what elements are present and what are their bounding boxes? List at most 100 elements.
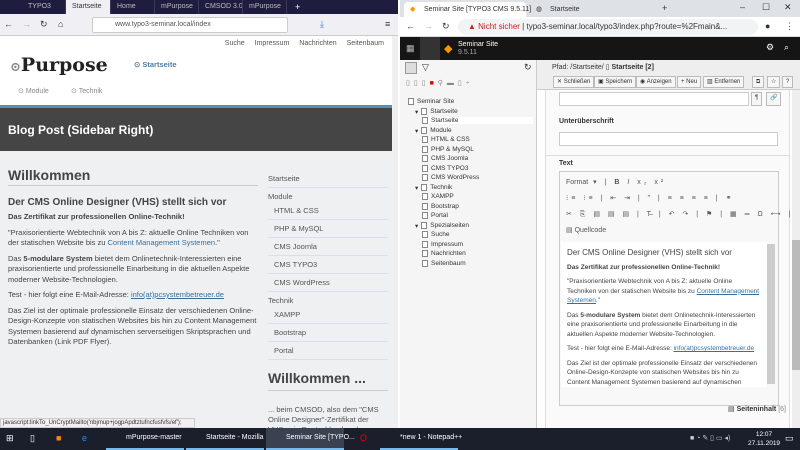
source-button[interactable]: ▤ Quellcode	[566, 226, 606, 234]
xampp-icon[interactable]: ■	[56, 433, 61, 443]
minimize-icon[interactable]: –	[740, 2, 745, 12]
profile-icon[interactable]: ●	[765, 21, 770, 31]
tree-item[interactable]: PHP & MySQL	[422, 145, 474, 153]
new-page-icon[interactable]	[405, 62, 417, 74]
task-chrome[interactable]: Seminar Site [TYPO...	[266, 428, 355, 450]
tree-item[interactable]: ▾ Spezialseiten	[415, 222, 469, 230]
view-button[interactable]: ◉ Anzeigen	[636, 76, 676, 88]
url-bar[interactable]: www.typo3-seminar.local/index	[92, 17, 288, 33]
tab-typo3[interactable]: TYPO3	[22, 0, 66, 14]
download-icon[interactable]: ⤓	[320, 19, 324, 30]
forward-icon[interactable]: →	[22, 19, 31, 29]
tray-icons[interactable]: ■ ◔ ✎ ▯ ▭ ◂)	[690, 434, 730, 442]
form-scrollbar[interactable]	[792, 90, 800, 428]
notifications-icon[interactable]: ▭	[785, 433, 794, 444]
rte-toolbar-row2[interactable]: ⁝≡ ⁝≡ | ⇤ ⇥ | ” | ≡ ≡ ≡ ≡ | ⚭	[566, 194, 734, 202]
tree-item[interactable]: Seminar Site	[408, 98, 454, 105]
sidebar-module[interactable]: Module	[268, 188, 388, 202]
tab-seminar-site[interactable]: ◆ Seminar Site [TYPO3 CMS 9.5.11]	[404, 2, 531, 17]
tree-item[interactable]: Nachrichten	[422, 250, 466, 257]
search-icon[interactable]: ⌕	[784, 42, 789, 53]
module-menu-icon[interactable]: ▦	[406, 43, 415, 54]
tree-item[interactable]: Portal	[422, 212, 448, 219]
tree-item[interactable]: Impressum	[422, 240, 463, 248]
menu-technik[interactable]: ⊙ Technik	[71, 87, 102, 95]
rte-content[interactable]: Der CMS Online Designer (VHS) stellt sic…	[561, 242, 767, 387]
tab-startseite[interactable]: Startseite	[66, 0, 111, 14]
tree-item[interactable]: Seitenbaum	[422, 259, 466, 267]
sidebar-html-css[interactable]: HTML & CSS	[268, 202, 388, 220]
sidebar-portal[interactable]: Portal	[268, 342, 388, 360]
rte-toolbar-row3[interactable]: ✂ ⎘ ▤ ▤ ▤ | T̶ | ↶ ↷ | ⚑ | ▦ ═ Ω ⟷ | ⤢	[566, 210, 800, 219]
nav-seitenbaum[interactable]: Seitenbaum	[347, 40, 384, 47]
opera-icon[interactable]: O	[360, 433, 367, 443]
new-button[interactable]: + Neu	[677, 76, 702, 88]
maximize-icon[interactable]: ☐	[762, 2, 770, 13]
edge-icon[interactable]: e	[82, 433, 87, 443]
tab-cmsod[interactable]: CMSOD 3.0	[199, 0, 243, 14]
save-button[interactable]: ▣ Speichern	[594, 76, 637, 88]
task-mpurpose-master[interactable]: mPurpose-master	[106, 428, 184, 450]
refresh-tree-icon[interactable]: ↻	[524, 62, 532, 73]
task-notepadpp[interactable]: *new 1 - Notepad++	[380, 428, 462, 450]
forward-icon[interactable]: →	[424, 21, 433, 31]
link-icon[interactable]: 🔗	[766, 92, 782, 106]
new-tab-icon[interactable]: +	[295, 0, 300, 14]
windows-start-icon[interactable]: ⊞	[6, 433, 14, 444]
tree-item[interactable]: CMS WordPress	[422, 174, 479, 181]
tab-mpurpose[interactable]: mPurpose	[155, 0, 199, 14]
back-icon[interactable]: ←	[4, 19, 13, 29]
nav-suche[interactable]: Suche	[225, 40, 245, 47]
pagetree-toggle[interactable]	[420, 37, 440, 60]
new-tab-icon[interactable]: +	[662, 3, 667, 13]
rte-scrollbar[interactable]	[767, 244, 775, 384]
tree-item[interactable]: ▾ Technik	[415, 184, 452, 192]
back-icon[interactable]: ←	[406, 21, 415, 31]
clock[interactable]: 12:07 27.11.2019	[748, 430, 780, 448]
task-view-icon[interactable]: ▯	[30, 433, 35, 444]
menu-module[interactable]: ⊙ Module	[18, 87, 49, 95]
email-link[interactable]: info(at)pcsystembetreuer.de	[131, 290, 224, 299]
content-element-footer[interactable]: ▤ Seiteninhalt [6]	[728, 405, 786, 413]
nav-impressum[interactable]: Impressum	[255, 40, 290, 47]
gear-icon[interactable]: ⚙	[766, 42, 774, 53]
close-window-icon[interactable]: ✕	[784, 2, 792, 13]
more-icon[interactable]: ⋮	[785, 21, 794, 32]
help-icon[interactable]: ?	[782, 76, 794, 88]
tab-startseite-chrome[interactable]: ◍ Startseite	[530, 2, 648, 17]
reload-icon[interactable]: ↻	[40, 19, 48, 30]
sidebar-php-mysql[interactable]: PHP & MySQL	[268, 220, 388, 238]
reload-icon[interactable]: ↻	[442, 21, 450, 32]
tree-item[interactable]: ▾ Startseite	[415, 108, 458, 116]
doktype-toolbar[interactable]: ▯▯▯■⚲▬▯÷	[406, 79, 474, 87]
filter-icon[interactable]: ▽	[422, 62, 429, 73]
menu-icon[interactable]: ≡	[385, 19, 390, 29]
site-logo[interactable]: ⊙Purpose	[10, 54, 108, 76]
header-format-icon[interactable]: ¶	[751, 92, 763, 106]
tree-item[interactable]: ▾ Module	[415, 127, 452, 135]
open-new-window-icon[interactable]: ⧉	[752, 76, 765, 88]
sidebar-typo3[interactable]: CMS TYPO3	[268, 256, 388, 274]
header-input[interactable]	[559, 92, 749, 106]
sidebar-bootstrap[interactable]: Bootstrap	[268, 324, 388, 342]
breadcrumb-startseite[interactable]: ⊙ Startseite	[134, 60, 177, 69]
tab-home[interactable]: Home	[111, 0, 155, 14]
tree-item[interactable]: XAMPP	[422, 193, 454, 200]
sidebar-technik[interactable]: Technik	[268, 292, 388, 306]
sidebar-xampp[interactable]: XAMPP	[268, 306, 388, 324]
close-button[interactable]: ✕ Schließen	[553, 76, 595, 88]
tree-item[interactable]: CMS Joomla	[422, 155, 468, 162]
subheader-input[interactable]	[559, 132, 778, 146]
tree-item[interactable]: Bootstrap	[422, 202, 459, 210]
page-scrollbar[interactable]	[392, 36, 398, 428]
sidebar-wordpress[interactable]: CMS WordPress	[268, 274, 388, 292]
tree-item[interactable]: HTML & CSS	[422, 136, 470, 143]
tab-mpurpose-2[interactable]: mPurpose	[243, 0, 287, 14]
cms-link[interactable]: Content Management Systemen	[108, 238, 216, 247]
sidebar-startseite[interactable]: Startseite	[268, 170, 388, 188]
sidebar-joomla[interactable]: CMS Joomla	[268, 238, 388, 256]
nav-nachrichten[interactable]: Nachrichten	[299, 40, 336, 47]
tree-item[interactable]: Suche	[422, 231, 449, 238]
tree-item[interactable]: CMS TYPO3	[422, 164, 468, 172]
home-icon[interactable]: ⌂	[58, 19, 63, 29]
